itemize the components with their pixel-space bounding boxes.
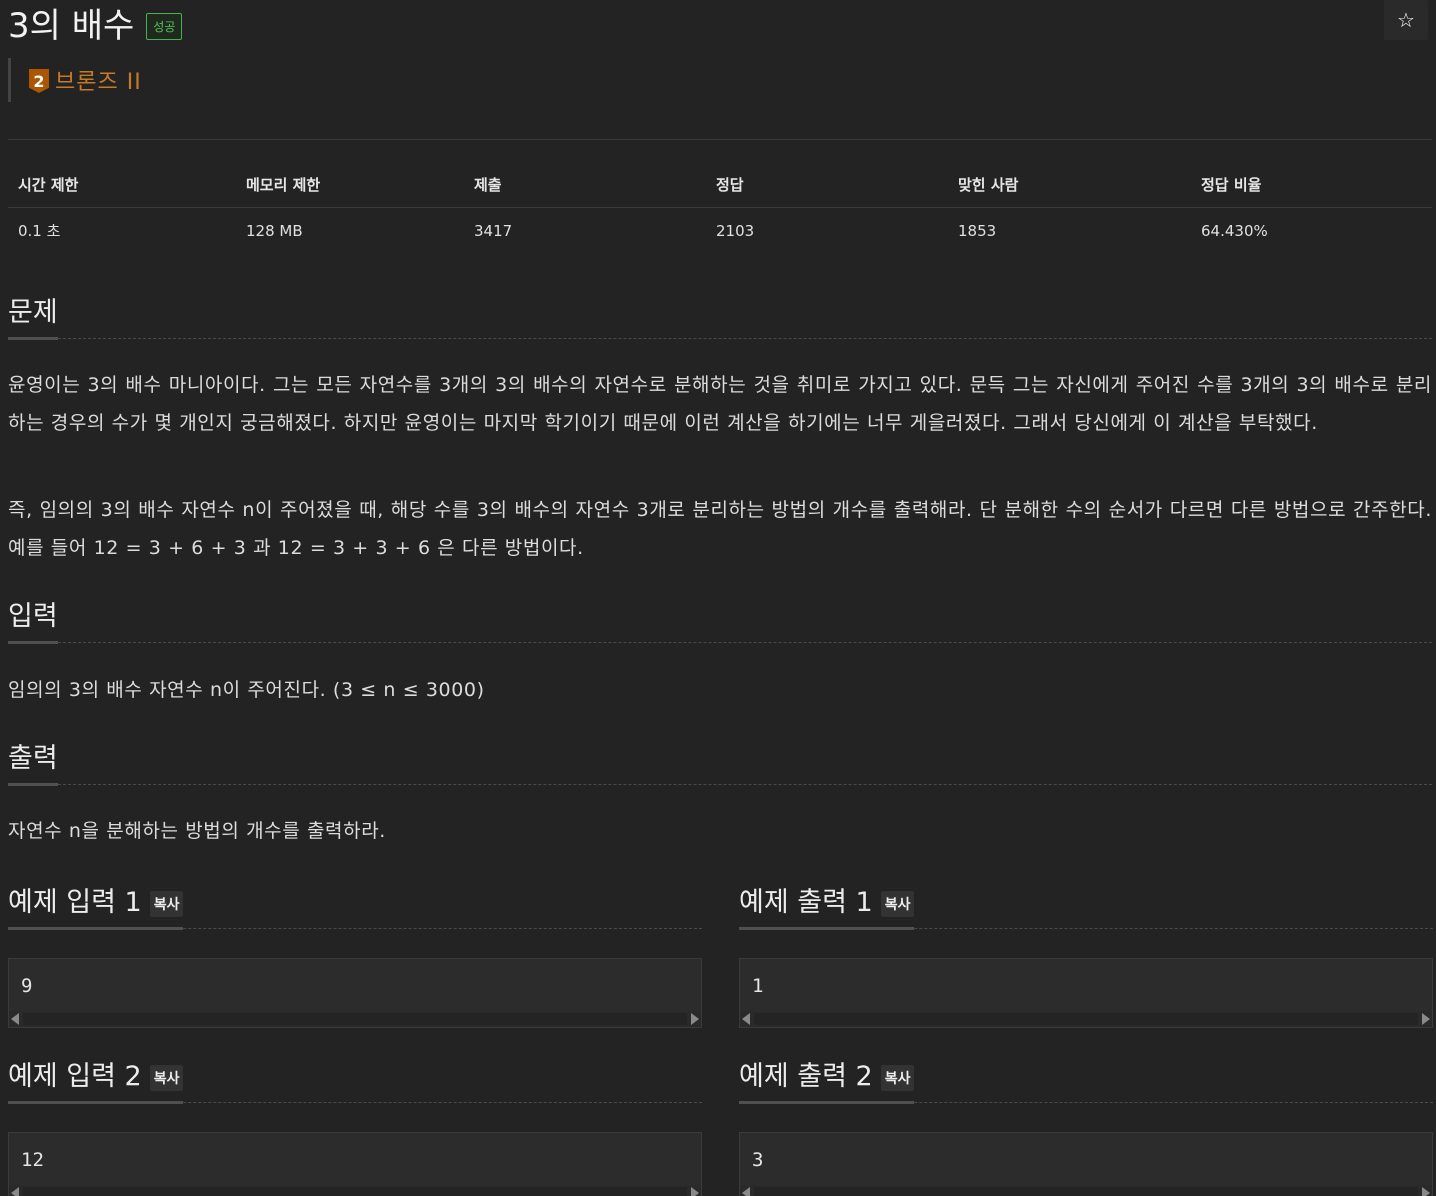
output-text: 자연수 n을 분해하는 방법의 개수를 출력하라. <box>8 820 386 842</box>
problem-title: 3의 배수 <box>8 5 135 46</box>
sample-output-2-box[interactable]: 3 <box>739 1132 1433 1196</box>
result-badge[interactable]: 성공 <box>146 12 183 40</box>
sample-output-1-title: 예제 출력 1 <box>739 887 873 918</box>
output-title: 출력 <box>8 736 58 786</box>
problem-header: 3의 배수 성공 <box>8 0 183 46</box>
horizontal-scrollbar[interactable] <box>9 1185 701 1196</box>
sample-input-1-heading: 예제 입력 1 복사 <box>8 880 702 930</box>
scroll-left-icon[interactable] <box>742 1187 750 1196</box>
value-solvers[interactable]: 1853 <box>948 208 1191 254</box>
sample-input-1-box[interactable]: 9 <box>8 958 702 1028</box>
scroll-right-icon[interactable] <box>1422 1187 1430 1196</box>
horizontal-scrollbar[interactable] <box>9 1011 701 1027</box>
header-accepted: 정답 <box>706 164 948 208</box>
problem-info-table: 시간 제한 메모리 제한 제출 정답 맞힌 사람 정답 비율 0.1 초 128… <box>8 164 1432 253</box>
sample-input-1-title: 예제 입력 1 <box>8 887 142 918</box>
scrollbar-track[interactable] <box>23 1187 687 1196</box>
horizontal-scrollbar[interactable] <box>740 1185 1432 1196</box>
copy-button[interactable]: 복사 <box>149 891 184 917</box>
description-paragraph-2: 즉, 임의의 3의 배수 자연수 n이 주어졌을 때, 해당 수를 3의 배수의… <box>8 499 1432 559</box>
sample-output-1-box[interactable]: 1 <box>739 958 1433 1028</box>
scroll-left-icon[interactable] <box>11 1013 19 1025</box>
tier-icon: 2 <box>29 69 49 93</box>
sample-output-2-heading: 예제 출력 2 복사 <box>739 1054 1433 1104</box>
horizontal-scrollbar[interactable] <box>740 1011 1432 1027</box>
star-icon: ☆ <box>1397 8 1415 32</box>
copy-button[interactable]: 복사 <box>880 1065 915 1091</box>
sample-input-2-heading: 예제 입력 2 복사 <box>8 1054 702 1104</box>
info-header-row: 시간 제한 메모리 제한 제출 정답 맞힌 사람 정답 비율 <box>8 164 1432 208</box>
header-time-limit: 시간 제한 <box>8 164 236 208</box>
header-solvers: 맞힌 사람 <box>948 164 1191 208</box>
input-title: 입력 <box>8 594 58 644</box>
sample-output-1-heading: 예제 출력 1 복사 <box>739 880 1433 930</box>
sample-input-2-title: 예제 입력 2 <box>8 1061 142 1092</box>
scroll-left-icon[interactable] <box>11 1187 19 1196</box>
divider <box>8 139 1432 140</box>
header-accept-ratio: 정답 비율 <box>1191 164 1432 208</box>
tier-label[interactable]: 브론즈 II <box>55 64 142 96</box>
scroll-left-icon[interactable] <box>742 1013 750 1025</box>
sample-output-1-value: 1 <box>752 975 764 997</box>
input-text: 임의의 3의 배수 자연수 n이 주어진다. (3 ≤ n ≤ 3000) <box>8 679 485 701</box>
value-memory-limit: 128 MB <box>246 221 303 240</box>
description-heading: 문제 <box>8 290 1432 340</box>
scrollbar-track[interactable] <box>754 1013 1418 1025</box>
copy-button[interactable]: 복사 <box>880 891 915 917</box>
scrollbar-track[interactable] <box>754 1187 1418 1196</box>
sample-input-1-value: 9 <box>21 975 33 997</box>
input-heading: 입력 <box>8 594 1432 644</box>
copy-button[interactable]: 복사 <box>149 1065 184 1091</box>
output-heading: 출력 <box>8 736 1432 786</box>
description-paragraph-1: 윤영이는 3의 배수 마니아이다. 그는 모든 자연수를 3개의 3의 배수의 … <box>8 374 1432 434</box>
value-submissions[interactable]: 3417 <box>464 208 706 254</box>
scroll-right-icon[interactable] <box>691 1187 699 1196</box>
value-accept-ratio: 64.430% <box>1201 221 1268 240</box>
header-submissions: 제출 <box>464 164 706 208</box>
value-accepted[interactable]: 2103 <box>706 208 948 254</box>
favorite-star-button[interactable]: ☆ <box>1384 0 1428 40</box>
description-title: 문제 <box>8 290 58 340</box>
header-memory-limit: 메모리 제한 <box>236 164 464 208</box>
tier-block: 2 브론즈 II <box>8 58 142 102</box>
scroll-right-icon[interactable] <box>691 1013 699 1025</box>
sample-input-2-box[interactable]: 12 <box>8 1132 702 1196</box>
sample-output-2-value: 3 <box>752 1149 764 1171</box>
sample-output-2-title: 예제 출력 2 <box>739 1061 873 1092</box>
value-time-limit: 0.1 초 <box>18 222 61 240</box>
scrollbar-track[interactable] <box>23 1013 687 1025</box>
sample-input-2-value: 12 <box>21 1149 44 1171</box>
scroll-right-icon[interactable] <box>1422 1013 1430 1025</box>
info-value-row: 0.1 초 128 MB 3417 2103 1853 64.430% <box>8 208 1432 254</box>
